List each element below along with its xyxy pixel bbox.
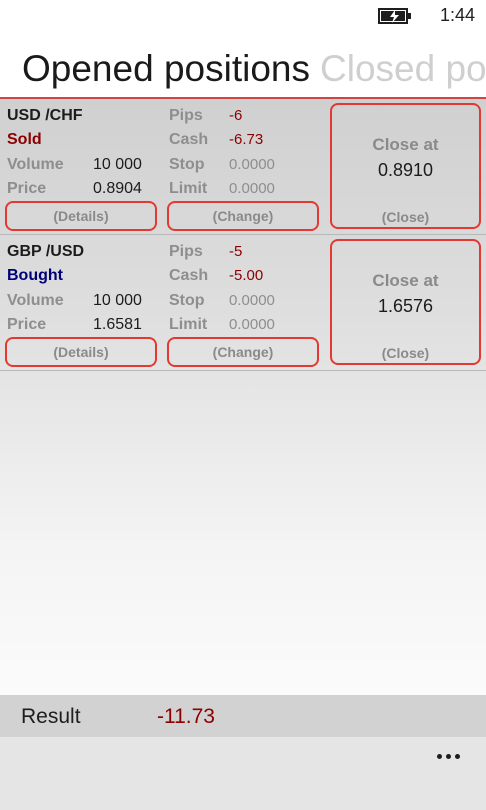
position-symbol: USD /CHF xyxy=(7,107,83,124)
ellipsis-icon[interactable] xyxy=(426,741,470,771)
close-at-label: Close at xyxy=(372,271,439,290)
tab-closed-positions[interactable]: Closed positions xyxy=(320,48,486,90)
position-side: Bought xyxy=(7,267,63,284)
close-at-label: Close at xyxy=(372,135,439,154)
pips-value: -5 xyxy=(229,243,243,260)
volume-value: 10 000 xyxy=(93,156,142,173)
position-side: Sold xyxy=(7,131,42,148)
result-label: Result xyxy=(21,705,81,728)
limit-label: Limit xyxy=(169,316,208,333)
dot xyxy=(445,753,451,759)
limit-value: 0.0000 xyxy=(229,316,275,333)
close-position-button[interactable]: Close at 0.8910 (Close) xyxy=(330,103,481,229)
details-button[interactable]: (Details) xyxy=(5,337,157,367)
close-rate-value: 1.6576 xyxy=(377,296,434,316)
position-row: GBP /USD Bought Volume 10 000 Price 1.65… xyxy=(0,235,486,371)
price-value: 1.6581 xyxy=(93,316,142,333)
pips-label: Pips xyxy=(169,107,203,124)
price-value: 0.8904 xyxy=(93,180,142,197)
price-label: Price xyxy=(7,180,47,197)
stop-label: Stop xyxy=(169,292,205,309)
dot xyxy=(454,753,460,759)
cash-label: Cash xyxy=(169,131,209,148)
change-button[interactable]: (Change) xyxy=(167,201,319,231)
close-rate-value: 0.8910 xyxy=(377,160,434,180)
details-button[interactable]: (Details) xyxy=(5,201,157,231)
pips-label: Pips xyxy=(169,243,203,260)
stop-value: 0.0000 xyxy=(229,156,275,173)
pivot-header: Opened positions Closed positions xyxy=(0,38,486,98)
cash-value: -6.73 xyxy=(229,131,264,148)
close-action-label: (Close) xyxy=(381,209,430,225)
cash-label: Cash xyxy=(169,267,209,284)
limit-value: 0.0000 xyxy=(229,180,275,197)
dot xyxy=(436,753,442,759)
pips-value: -6 xyxy=(229,107,243,124)
stop-value: 0.0000 xyxy=(229,292,275,309)
limit-label: Limit xyxy=(169,180,208,197)
status-bar: 1:44 xyxy=(0,0,486,32)
result-value: -11.73 xyxy=(157,705,215,728)
volume-label: Volume xyxy=(7,156,64,173)
tab-opened-positions[interactable]: Opened positions xyxy=(22,48,310,90)
change-button[interactable]: (Change) xyxy=(167,337,319,367)
app-bar xyxy=(0,737,486,810)
stop-label: Stop xyxy=(169,156,205,173)
close-action-label: (Close) xyxy=(381,345,430,361)
result-bar: Result -11.73 xyxy=(0,695,486,737)
volume-label: Volume xyxy=(7,292,64,309)
cash-value: -5.00 xyxy=(229,267,264,284)
position-symbol: GBP /USD xyxy=(7,243,85,260)
close-position-button[interactable]: Close at 1.6576 (Close) xyxy=(330,239,481,365)
volume-value: 10 000 xyxy=(93,292,142,309)
clock: 1:44 xyxy=(440,5,476,25)
price-label: Price xyxy=(7,316,47,333)
position-row: USD /CHF Sold Volume 10 000 Price 0.8904… xyxy=(0,99,486,235)
positions-list: USD /CHF Sold Volume 10 000 Price 0.8904… xyxy=(0,97,486,695)
battery-charging-icon xyxy=(378,8,411,24)
